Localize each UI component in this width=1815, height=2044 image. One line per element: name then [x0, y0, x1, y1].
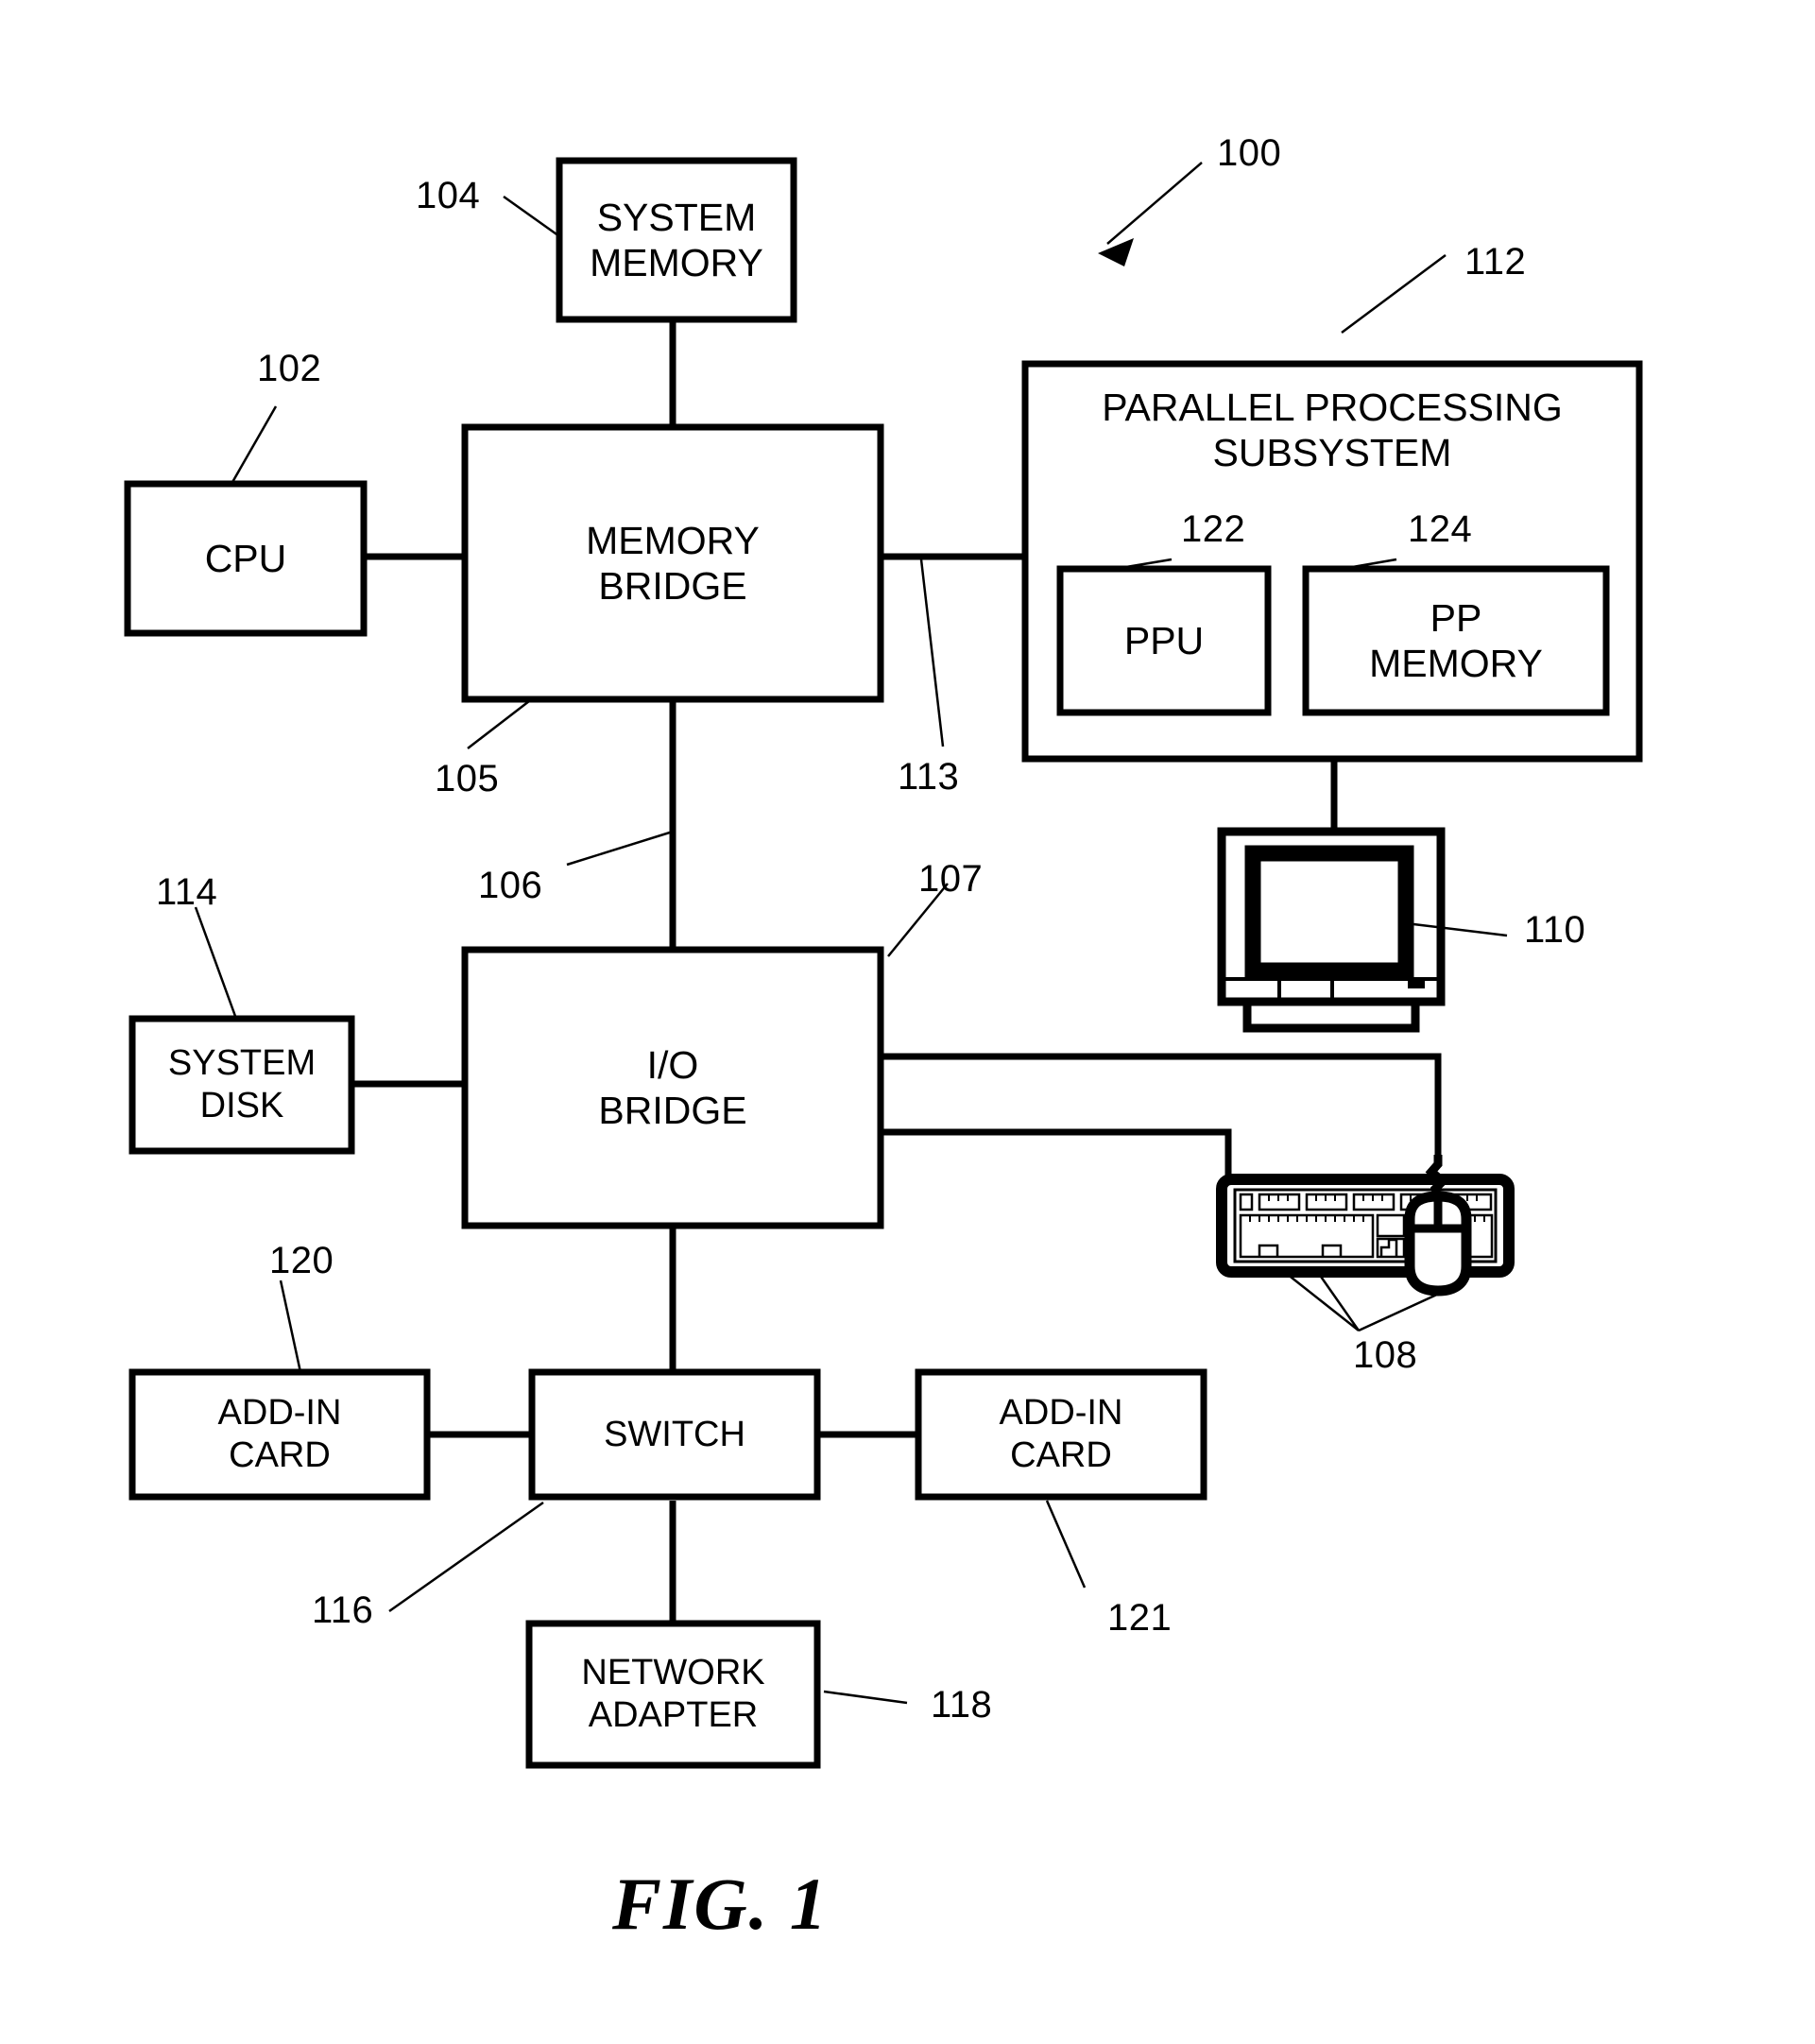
ref-num-124: 124 [1408, 508, 1473, 550]
leader-118 [823, 1690, 908, 1705]
leader-116 [388, 1501, 544, 1613]
leader-105 [467, 700, 530, 749]
leader-120 [279, 1280, 302, 1373]
ref-num-108: 108 [1353, 1334, 1418, 1376]
leader-106 [566, 830, 674, 867]
link-iobridge-mouse [879, 1053, 1442, 1155]
leader-114 [194, 906, 238, 1020]
ref-num-120: 120 [269, 1240, 334, 1281]
box-cpu [124, 480, 368, 637]
arrowhead-100 [1098, 238, 1134, 266]
box-switch [528, 1368, 821, 1501]
box-add-in-card-right [915, 1368, 1207, 1501]
leader-108-keyboard [1286, 1273, 1361, 1331]
box-network-adapter [525, 1620, 821, 1769]
figure-caption: FIG. 1 [612, 1863, 829, 1945]
patent-figure-1: SYSTEM MEMORY CPU MEMORY BRIDGE PARALLEL… [0, 0, 1815, 2044]
leader-100 [1106, 162, 1203, 245]
box-system-disk [128, 1015, 355, 1155]
ref-num-104: 104 [416, 175, 481, 216]
leader-113 [919, 558, 945, 747]
ref-num-110: 110 [1524, 909, 1586, 951]
box-add-in-card-left [128, 1368, 431, 1501]
ref-num-122: 122 [1181, 508, 1246, 550]
ref-num-113: 113 [898, 756, 960, 798]
box-ppu [1056, 565, 1272, 716]
box-pp-memory [1302, 565, 1610, 716]
box-io-bridge [461, 946, 884, 1229]
ref-num-106: 106 [478, 865, 543, 906]
diagram-canvas [124, 157, 1643, 1769]
ref-num-102: 102 [257, 348, 322, 389]
box-system-memory [556, 157, 797, 323]
ref-num-107: 107 [918, 858, 984, 900]
leader-112 [1341, 253, 1447, 335]
ref-num-105: 105 [435, 758, 500, 799]
ref-num-112: 112 [1464, 241, 1527, 283]
ref-num-114: 114 [156, 871, 218, 913]
link-iobridge-keyboard [879, 1128, 1232, 1179]
leader-102 [230, 405, 278, 485]
ref-num-121: 121 [1107, 1597, 1173, 1639]
box-memory-bridge [461, 423, 884, 703]
ref-num-116: 116 [312, 1589, 374, 1631]
leader-121 [1045, 1500, 1087, 1589]
display-device-icon [1217, 827, 1446, 1033]
leader-108-mouse [1358, 1291, 1442, 1332]
ref-num-118: 118 [931, 1684, 993, 1726]
leader-104 [503, 195, 560, 238]
ref-num-100: 100 [1217, 132, 1282, 174]
